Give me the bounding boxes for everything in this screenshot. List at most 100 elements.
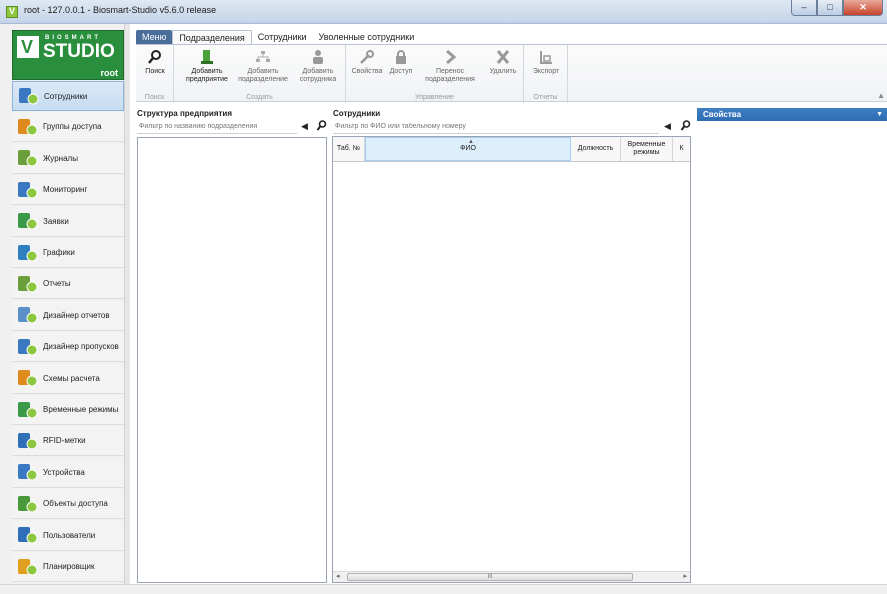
add-employee-button[interactable]: Добавить сотрудника	[294, 49, 342, 84]
sidebar-item[interactable]: Группы доступа	[12, 112, 124, 143]
department-icon	[256, 51, 270, 62]
employees-filter[interactable]	[333, 120, 659, 134]
sidebar-item-label: Сотрудники	[44, 91, 88, 101]
tab-menu[interactable]: Меню	[136, 30, 173, 44]
access-groups-icon	[18, 118, 38, 136]
export-button[interactable]: Экспорт	[528, 49, 564, 76]
sidebar-item[interactable]: Журналы	[12, 143, 124, 174]
sidebar-item[interactable]: Сотрудники	[12, 81, 124, 111]
add-enterprise-label: Добавить предприятие	[186, 68, 228, 83]
logo: BIOSMART STUDIO root	[12, 30, 124, 80]
employee-icon	[313, 50, 323, 64]
logo-product: STUDIO	[43, 41, 115, 62]
add-employee-label: Добавить сотрудника	[299, 68, 337, 83]
structure-filter-input[interactable]	[139, 123, 297, 130]
employees-icon	[19, 88, 39, 105]
ribbon-group-manage: Свойства Доступ Перенос подразделения Уд…	[346, 45, 524, 103]
sidebar-item[interactable]: Дизайнер пропусков	[12, 332, 124, 363]
sidebar-item-label: Мониторинг	[43, 185, 88, 195]
sidebar-item-label: Временные режимы	[43, 405, 119, 414]
properties-button[interactable]: Свойства	[350, 49, 384, 76]
scroll-left-icon[interactable]: ◂	[336, 572, 340, 580]
move-department-button[interactable]: Перенос подразделения	[422, 49, 478, 84]
time-modes-icon	[18, 401, 38, 418]
structure-tree[interactable]	[137, 137, 327, 583]
sidebar-item-label: RFID-метки	[43, 436, 86, 446]
access-label: Доступ	[389, 68, 413, 75]
employees-grid[interactable]	[332, 136, 691, 583]
move-arrow-icon	[446, 49, 457, 65]
search-icon	[148, 50, 161, 64]
column-header-tab-number[interactable]: Таб. №	[333, 137, 365, 161]
employees-filter-input[interactable]	[335, 123, 659, 130]
scrollbar-thumb[interactable]: III	[347, 573, 633, 581]
close-button[interactable]: ✕	[843, 0, 883, 16]
properties-label: Свойства	[351, 68, 383, 75]
employees-horizontal-scrollbar[interactable]: ◂ III ▸	[333, 571, 690, 582]
sidebar-item[interactable]: Объекты доступа	[12, 489, 124, 520]
structure-filter-search-icon[interactable]	[316, 120, 327, 131]
sidebar-item-label: Графики	[43, 248, 75, 257]
sidebar-item[interactable]: Схемы расчета	[12, 363, 124, 394]
window-title-bar: root - 127.0.0.1 - Biosmart-Studio v5.6.…	[0, 0, 887, 24]
ribbon-collapse-icon[interactable]: ▲	[877, 91, 885, 100]
column-header-time-modes[interactable]: Временные режимы	[621, 137, 673, 161]
column-header-position[interactable]: Должность	[571, 137, 621, 161]
sidebar-item[interactable]: Дизайнер отчетов	[12, 300, 124, 331]
users-icon	[18, 527, 38, 544]
sidebar-item-label: Планировщик	[43, 562, 95, 571]
tab-employees[interactable]: Сотрудники	[252, 30, 313, 44]
ribbon-group-create: Добавить предприятие Добавить подразделе…	[174, 45, 346, 103]
sidebar-item-label: Схемы расчета	[43, 373, 100, 383]
sidebar-item[interactable]: Устройства	[12, 457, 124, 488]
sidebar-item[interactable]: Заявки	[12, 206, 124, 237]
sidebar-item-label: Журналы	[43, 153, 78, 163]
sidebar-item[interactable]: Временные режимы	[12, 395, 124, 425]
export-icon	[540, 51, 552, 64]
add-department-button[interactable]: Добавить подразделение	[236, 49, 290, 84]
sidebar-item-label: Пользователи	[43, 530, 96, 540]
ribbon-group-reports-label: Отчеты	[533, 94, 558, 101]
panel-dropdown-icon[interactable]: ▼	[876, 108, 883, 121]
sidebar-item-label: Дизайнер пропусков	[43, 342, 119, 352]
properties-panel-header: Свойства ▼	[697, 108, 887, 121]
employees-filter-search-icon[interactable]	[680, 120, 691, 131]
report-designer-icon	[18, 307, 38, 324]
sidebar-item[interactable]: Мониторинг	[12, 175, 124, 206]
access-objects-icon	[18, 495, 38, 513]
sidebar-item-label: Отчеты	[43, 279, 71, 289]
maximize-button[interactable]: □	[817, 0, 843, 16]
window-controls: – □ ✕	[791, 0, 883, 16]
sidebar-item[interactable]: Планировщик	[12, 552, 124, 582]
search-button[interactable]: Поиск	[142, 49, 168, 76]
sidebar-item[interactable]: Пользователи	[12, 520, 124, 551]
journals-icon	[18, 150, 38, 167]
ribbon-group-reports: Экспорт Отчеты	[524, 45, 568, 103]
employees-filter-clear-icon[interactable]: ◀	[664, 121, 671, 132]
add-enterprise-button[interactable]: Добавить предприятие	[182, 49, 232, 84]
access-button[interactable]: Доступ	[386, 49, 416, 76]
reports-icon	[18, 275, 38, 293]
devices-icon	[18, 464, 38, 481]
delete-button[interactable]: Удалить	[486, 49, 520, 76]
column-header-full-name[interactable]: ▲ ФИО	[365, 137, 571, 161]
ribbon: Поиск Поиск Добавить предприятие Добавит…	[136, 44, 887, 103]
sidebar-item[interactable]: Графики	[12, 238, 124, 268]
minimize-button[interactable]: –	[791, 0, 817, 16]
tab-dismissed-employees[interactable]: Уволенные сотрудники	[313, 30, 421, 44]
scroll-right-icon[interactable]: ▸	[683, 572, 687, 580]
requests-icon	[18, 213, 38, 230]
sidebar-item[interactable]: Отчеты	[12, 269, 124, 300]
scheduler-icon	[18, 558, 38, 575]
structure-filter[interactable]	[137, 120, 297, 134]
sidebar-item-label: Устройства	[43, 467, 85, 477]
properties-icon	[360, 50, 374, 64]
ribbon-tabs: Меню Подразделения Сотрудники Уволенные …	[136, 30, 420, 44]
calculation-schemes-icon	[18, 370, 38, 387]
logo-mark-icon	[17, 36, 39, 58]
column-header-k[interactable]: К	[673, 137, 690, 161]
structure-filter-clear-icon[interactable]: ◀	[301, 121, 308, 132]
sidebar-scrollbar[interactable]	[124, 24, 130, 584]
tab-departments[interactable]: Подразделения	[172, 30, 252, 44]
sidebar-item[interactable]: RFID-метки	[12, 426, 124, 457]
